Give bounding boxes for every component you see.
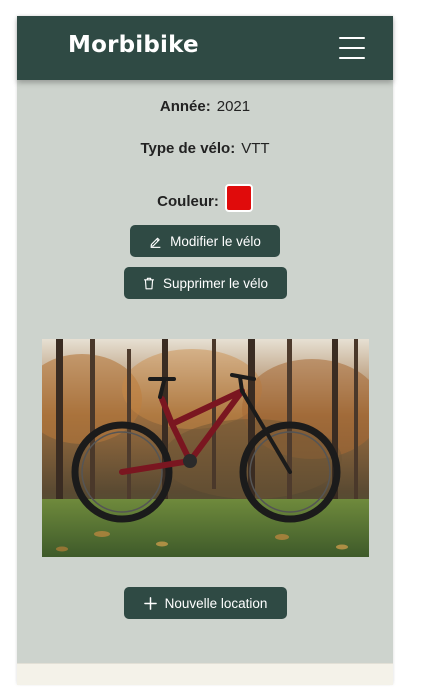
footer [17, 663, 393, 685]
new-rental-button[interactable]: Nouvelle location [124, 587, 287, 619]
year-row: Année: 2021 [17, 98, 393, 115]
color-label: Couleur: [157, 192, 219, 210]
new-rental-label: Nouvelle location [164, 595, 268, 611]
plus-icon [143, 596, 157, 610]
trash-icon [143, 277, 155, 290]
pencil-icon [149, 235, 162, 248]
edit-bike-label: Modifier le vélo [170, 233, 261, 249]
year-value: 2021 [216, 98, 251, 115]
delete-bike-label: Supprimer le vélo [162, 275, 269, 291]
color-swatch [224, 184, 253, 212]
type-label: Type de vélo: [140, 140, 236, 157]
menu-toggle-button[interactable] [339, 35, 367, 61]
bike-photo [42, 339, 369, 557]
color-row: Couleur: [17, 184, 393, 216]
year-label: Année: [159, 98, 211, 115]
navbar: Morbibike [17, 16, 393, 80]
brand-logo[interactable]: Morbibike [68, 32, 199, 58]
type-value: VTT [241, 140, 270, 157]
type-row: Type de vélo: VTT [17, 140, 393, 157]
edit-bike-button[interactable]: Modifier le vélo [130, 225, 280, 257]
app-frame: Morbibike Année: 2021 Type de vélo: VTT Co… [17, 16, 393, 685]
delete-bike-button[interactable]: Supprimer le vélo [124, 267, 287, 299]
hamburger-menu-icon [339, 37, 365, 39]
